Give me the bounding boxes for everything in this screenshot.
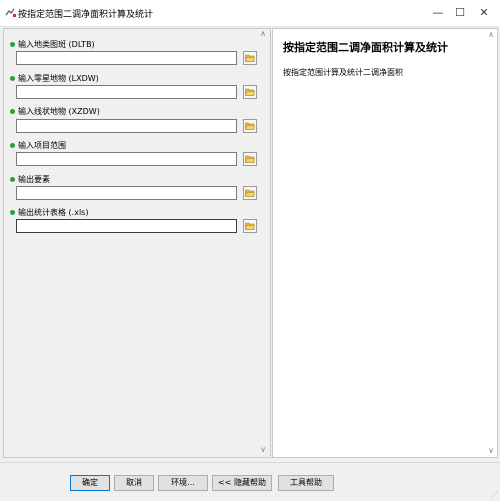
browse-button-output-features[interactable] (243, 186, 257, 200)
xzdw-input[interactable] (16, 119, 237, 133)
minimize-button[interactable]: — (428, 4, 448, 22)
param-label-output-table: 输出统计表格 (.xls) (10, 207, 88, 218)
output-table-input[interactable] (16, 219, 237, 233)
required-indicator-icon (10, 210, 15, 215)
required-indicator-icon (10, 177, 15, 182)
ok-button[interactable]: 确定 (70, 475, 110, 491)
required-indicator-icon (10, 42, 15, 47)
output-features-input[interactable] (16, 186, 237, 200)
project-extent-input[interactable] (16, 152, 237, 166)
title-bar: 按指定范围二调净面积计算及统计 — ☐ ✕ (0, 0, 500, 27)
hide-help-button[interactable]: << 隐藏帮助 (212, 475, 272, 491)
environments-button[interactable]: 环境... (158, 475, 208, 491)
browse-button-dltb[interactable] (243, 51, 257, 65)
help-pane-scrollbar[interactable]: ∧ ∨ (485, 29, 497, 457)
toolbox-script-icon (5, 8, 16, 17)
button-bar: 确定 取消 环境... << 隐藏帮助 工具帮助 ⋰ (0, 462, 500, 501)
parameter-pane-scrollbar[interactable]: ∧ ∨ (257, 28, 269, 456)
window-title: 按指定范围二调净面积计算及统计 (18, 10, 154, 20)
scroll-down-icon[interactable]: ∨ (257, 444, 269, 456)
scroll-up-icon[interactable]: ∧ (485, 29, 497, 41)
param-label-dltb: 输入地类图斑 (DLTB) (10, 39, 95, 50)
scroll-down-icon[interactable]: ∨ (485, 445, 497, 457)
folder-open-icon (245, 88, 255, 96)
help-description: 按指定范围计算及统计二调净面积 (283, 68, 403, 77)
required-indicator-icon (10, 143, 15, 148)
parameter-pane: 输入地类图斑 (DLTB) 输入零星地物 (LXDW) 输入线状地物 (XZDW… (3, 28, 271, 458)
browse-button-lxdw[interactable] (243, 85, 257, 99)
folder-open-icon (245, 122, 255, 130)
dltb-input[interactable] (16, 51, 237, 65)
scroll-up-icon[interactable]: ∧ (257, 28, 269, 40)
required-indicator-icon (10, 76, 15, 81)
browse-button-project-extent[interactable] (243, 152, 257, 166)
help-title: 按指定范围二调净面积计算及统计 (283, 41, 448, 54)
help-pane: 按指定范围二调净面积计算及统计 按指定范围计算及统计二调净面积 ∧ ∨ (272, 28, 498, 458)
folder-open-icon (245, 189, 255, 197)
resize-grip-icon[interactable]: ⋰ (491, 491, 498, 499)
folder-open-icon (245, 54, 255, 62)
close-button[interactable]: ✕ (474, 4, 494, 22)
required-indicator-icon (10, 109, 15, 114)
maximize-button[interactable]: ☐ (450, 4, 470, 22)
param-label-project-extent: 输入项目范围 (10, 140, 66, 151)
folder-open-icon (245, 222, 255, 230)
tool-help-button[interactable]: 工具帮助 (278, 475, 334, 491)
browse-button-output-table[interactable] (243, 219, 257, 233)
param-label-lxdw: 输入零星地物 (LXDW) (10, 73, 99, 84)
cancel-button[interactable]: 取消 (114, 475, 154, 491)
browse-button-xzdw[interactable] (243, 119, 257, 133)
folder-open-icon (245, 155, 255, 163)
lxdw-input[interactable] (16, 85, 237, 99)
param-label-output-features: 输出要素 (10, 174, 50, 185)
param-label-xzdw: 输入线状地物 (XZDW) (10, 106, 100, 117)
